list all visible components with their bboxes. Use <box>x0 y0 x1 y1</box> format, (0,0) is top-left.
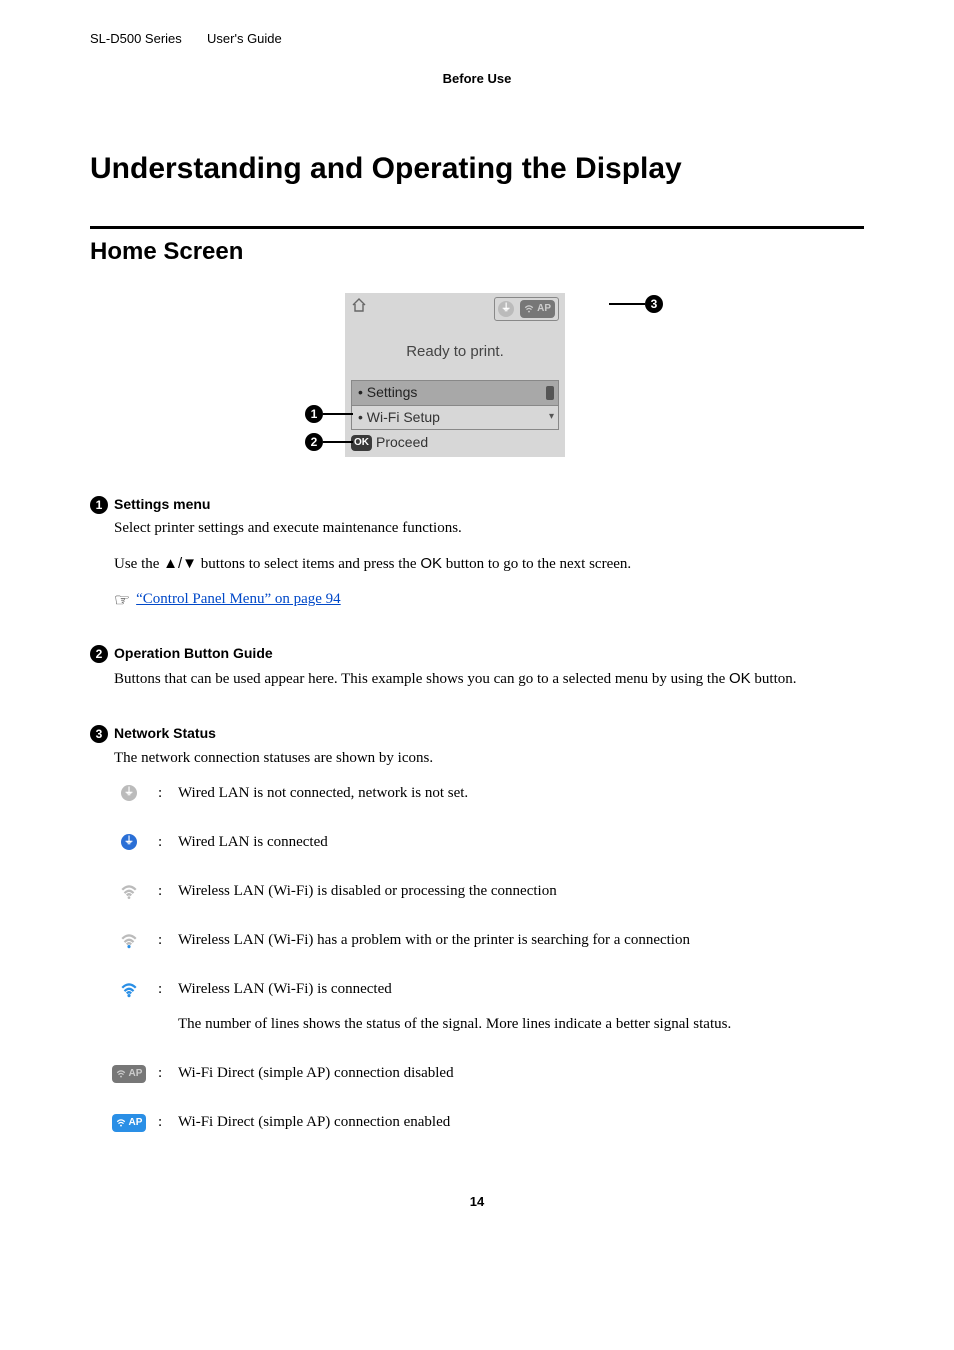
network-status-group: ⏚ AP <box>494 297 559 321</box>
home-icon <box>351 297 367 321</box>
ok-badge-icon: OK <box>351 435 372 451</box>
subsection-title: Home Screen <box>90 235 864 269</box>
callout-2: 2 <box>305 433 353 451</box>
wifi-ap-off-icon: AP <box>112 1065 147 1083</box>
status-row-lan-off: ⏚ : Wired LAN is not connected, network … <box>114 783 864 804</box>
status-row-ap-on: AP : Wi-Fi Direct (simple AP) connection… <box>114 1112 864 1133</box>
section-label: Before Use <box>90 70 864 88</box>
lan-off-icon: ⏚ <box>121 785 137 801</box>
status-row-wifi-problem: : Wireless LAN (Wi-Fi) has a problem wit… <box>114 930 864 951</box>
page-number: 14 <box>90 1193 864 1211</box>
lan-icon: ⏚ <box>498 301 514 317</box>
status-row-wifi-on: : Wireless LAN (Wi-Fi) is connected The … <box>114 979 864 1035</box>
wifi-ap-on-icon: AP <box>112 1114 147 1132</box>
menu-item-wifi-setup: • Wi-Fi Setup ▾ <box>352 406 558 430</box>
scroll-thumb-icon <box>546 386 554 400</box>
item-1-desc-1: Select printer settings and execute main… <box>114 518 864 539</box>
page-title: Understanding and Operating the Display <box>90 148 864 190</box>
item-1-block: 1 Settings menu Select printer settings … <box>90 495 864 611</box>
item-3-number: 3 <box>90 725 108 743</box>
item-1-desc-2: Use the ▲/▼ buttons to select items and … <box>114 553 864 575</box>
status-row-lan-on: ⏚ : Wired LAN is connected <box>114 832 864 853</box>
home-screen-figure: ⏚ AP Ready to print. • Settings • Wi-Fi … <box>90 293 864 457</box>
item-3-title: Network Status <box>114 724 216 744</box>
item-2-title: Operation Button Guide <box>114 644 273 664</box>
wifi-problem-icon <box>114 930 144 950</box>
proceed-label: Proceed <box>376 433 428 453</box>
wifi-off-icon <box>114 881 144 901</box>
callout-3: 3 <box>609 295 663 313</box>
lan-on-icon: ⏚ <box>121 834 137 850</box>
menu-item-settings: • Settings <box>352 381 558 405</box>
item-2-desc: Buttons that can be used appear here. Th… <box>114 668 864 690</box>
wifi-on-icon <box>114 979 144 999</box>
control-panel-menu-link[interactable]: “Control Panel Menu” on page 94 <box>136 589 341 610</box>
screen-status-text: Ready to print. <box>345 321 565 380</box>
item-1-number: 1 <box>90 496 108 514</box>
item-1-title: Settings menu <box>114 495 210 515</box>
wifi-ap-icon: AP <box>520 300 555 318</box>
status-row-wifi-off: : Wireless LAN (Wi-Fi) is disabled or pr… <box>114 881 864 902</box>
title-rule <box>90 226 864 229</box>
item-2-number: 2 <box>90 645 108 663</box>
item-1-link-row: ☞ “Control Panel Menu” on page 94 <box>114 589 864 610</box>
item-3-block: 3 Network Status The network connection … <box>90 724 864 1133</box>
item-3-desc: The network connection statuses are show… <box>114 748 864 769</box>
printer-screen: ⏚ AP Ready to print. • Settings • Wi-Fi … <box>345 293 565 457</box>
screen-proceed-row: OK Proceed <box>345 430 565 457</box>
callout-1: 1 <box>305 405 353 423</box>
header-guide: User's Guide <box>207 31 282 46</box>
header-series: SL-D500 Series <box>90 31 182 46</box>
item-2-block: 2 Operation Button Guide Buttons that ca… <box>90 644 864 690</box>
pointer-icon: ☞ <box>114 591 130 609</box>
scroll-down-icon: ▾ <box>549 410 554 424</box>
network-status-list: ⏚ : Wired LAN is not connected, network … <box>114 783 864 1133</box>
screen-menu: • Settings • Wi-Fi Setup ▾ <box>351 380 559 430</box>
page-header: SL-D500 Series User's Guide <box>90 30 864 48</box>
status-row-ap-off: AP : Wi-Fi Direct (simple AP) connection… <box>114 1063 864 1084</box>
